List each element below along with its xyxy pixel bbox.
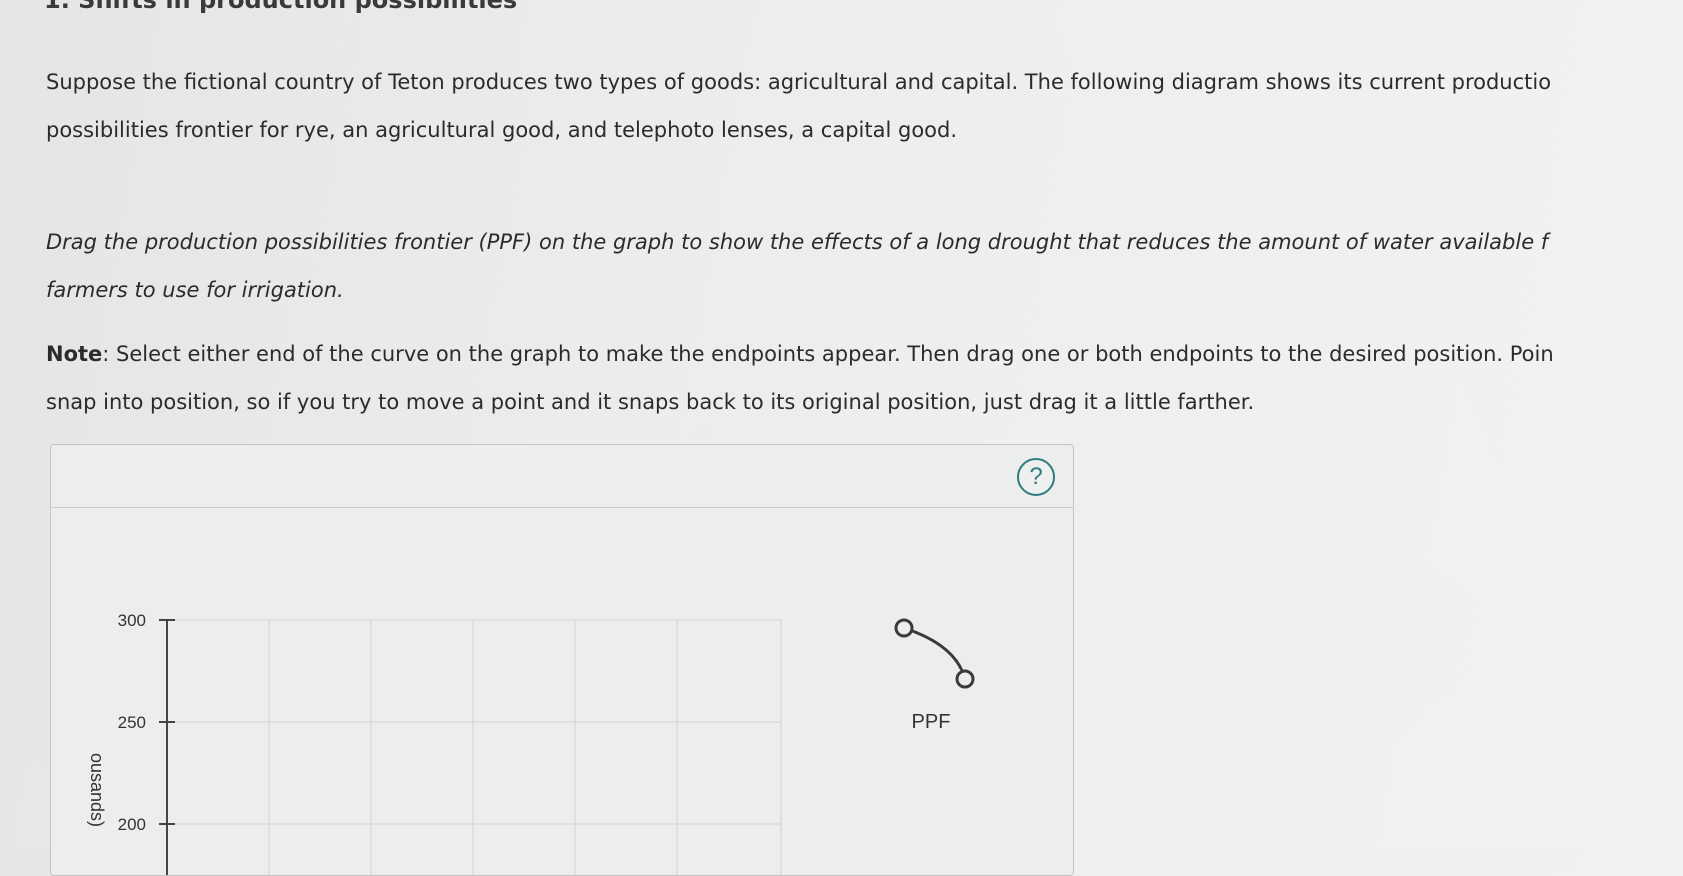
- note-line-1-text: : Select either end of the curve on the …: [102, 342, 1554, 366]
- intro-line-2: possibilities frontier for rye, an agric…: [46, 118, 958, 142]
- chart-grid: [166, 619, 782, 875]
- y-axis-title: ousands): [87, 753, 107, 827]
- y-tick-label-300: 300: [118, 611, 146, 630]
- note-line-1: Note: Select either end of the curve on …: [46, 330, 1683, 378]
- y-tick-label-200: 200: [118, 815, 146, 834]
- note-label: Note: [46, 342, 103, 366]
- intro-paragraph: Suppose the fictional country of Teton p…: [46, 58, 1683, 154]
- ppf-legend-tool[interactable]: PPF: [894, 618, 975, 733]
- instruction-line-1: Drag the production possibilities fronti…: [46, 230, 1549, 254]
- ppf-legend-curve[interactable]: [903, 626, 967, 680]
- instruction-paragraph: Drag the production possibilities fronti…: [46, 218, 1683, 314]
- instruction-line-2: farmers to use for irrigation.: [46, 278, 344, 302]
- ppf-chart[interactable]: 300 250 200 ousands) PPF: [51, 445, 1073, 875]
- ppf-legend-end-point[interactable]: [955, 669, 975, 689]
- ppf-legend-label: PPF: [912, 711, 951, 733]
- plot-area: [166, 619, 782, 875]
- note-paragraph: Note: Select either end of the curve on …: [46, 330, 1683, 426]
- graph-panel: ? 300 250 200 ousands) PPF: [50, 444, 1074, 876]
- note-line-2: snap into position, so if you try to mov…: [46, 390, 1255, 414]
- ppf-legend-start-point[interactable]: [894, 618, 914, 638]
- y-tick-label-250: 250: [118, 713, 146, 732]
- intro-line-1: Suppose the fictional country of Teton p…: [46, 70, 1552, 94]
- section-title: 1. Shifts in production possibilities: [44, 0, 518, 14]
